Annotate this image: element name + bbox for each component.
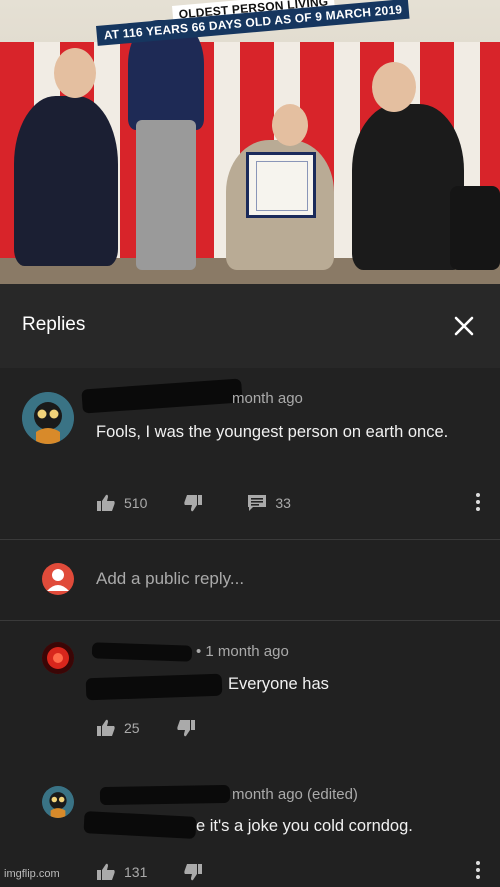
thumbs-down-icon[interactable]	[183, 863, 203, 881]
reply-timestamp: month ago (edited)	[232, 786, 358, 803]
avatar[interactable]	[22, 392, 74, 444]
reply-text: Everyone has	[228, 675, 329, 693]
like-count: 510	[124, 495, 148, 511]
person-head	[372, 62, 416, 112]
reply-actions: 25	[96, 716, 240, 740]
person-woman-right	[352, 104, 464, 270]
dislike-button[interactable]	[176, 719, 204, 737]
more-vert-icon[interactable]	[470, 858, 486, 882]
reply-comment: • 1 month ago Everyone has 25	[0, 620, 500, 770]
avatar-character-icon	[42, 786, 74, 818]
redacted-username	[99, 784, 231, 806]
replies-header: Replies	[0, 284, 500, 369]
reply-comment: month ago (edited) e it's a joke you col…	[0, 770, 500, 885]
thumbs-up-icon[interactable]	[96, 863, 116, 881]
replies-button[interactable]: 33	[247, 494, 291, 512]
redacted-mention	[83, 811, 197, 839]
more-vert-icon[interactable]	[470, 490, 486, 514]
avatar-character-icon	[22, 392, 74, 444]
person-man-in-suit	[14, 96, 118, 266]
video-frame[interactable]: OLDEST PERSON LIVING AT 116 YEARS 66 DAY…	[0, 0, 500, 284]
thumbs-up-icon[interactable]	[96, 494, 116, 512]
avatar[interactable]	[42, 642, 74, 674]
dislike-button[interactable]	[183, 863, 211, 881]
person-attendant-legs	[136, 120, 196, 270]
add-reply-input[interactable]: Add a public reply...	[96, 569, 244, 589]
close-button[interactable]	[448, 310, 480, 342]
reply-text: e it's a joke you cold corndog.	[196, 817, 413, 835]
more-options-button[interactable]	[470, 490, 486, 514]
like-button[interactable]: 25	[96, 719, 140, 737]
reply-count: 33	[275, 495, 291, 511]
like-count: 131	[124, 864, 148, 880]
avatar[interactable]	[42, 786, 74, 818]
comment-text: Fools, I was the youngest person on eart…	[96, 423, 449, 441]
comment-actions: 510 33	[96, 491, 327, 515]
imgflip-watermark: imgflip.com	[4, 868, 60, 880]
redacted-username	[81, 378, 243, 414]
like-button[interactable]: 131	[96, 863, 147, 881]
person-head	[272, 104, 308, 146]
reply-timestamp: • 1 month ago	[196, 643, 289, 660]
redacted-username	[91, 642, 193, 662]
more-options-button[interactable]	[470, 858, 486, 882]
person-head	[54, 48, 96, 98]
reply-actions: 131	[96, 860, 247, 884]
thumbs-down-icon[interactable]	[183, 494, 203, 512]
redacted-mention	[85, 673, 223, 701]
dislike-button[interactable]	[183, 494, 211, 512]
thumbs-down-icon[interactable]	[176, 719, 196, 737]
add-reply-row[interactable]: Add a public reply...	[0, 539, 500, 621]
user-avatar[interactable]	[42, 563, 74, 595]
guinness-certificate	[246, 152, 316, 218]
person-far-right	[450, 186, 500, 270]
like-count: 25	[124, 720, 140, 736]
close-icon[interactable]	[448, 310, 480, 342]
comment-timestamp: month ago	[232, 390, 303, 407]
like-button[interactable]: 510	[96, 494, 147, 512]
thumbs-up-icon[interactable]	[96, 719, 116, 737]
red-orb-avatar-icon	[42, 642, 74, 674]
reply-icon[interactable]	[247, 494, 267, 512]
replies-title: Replies	[22, 314, 86, 335]
main-comment: month ago Fools, I was the youngest pers…	[0, 368, 500, 538]
account-icon	[47, 569, 69, 591]
